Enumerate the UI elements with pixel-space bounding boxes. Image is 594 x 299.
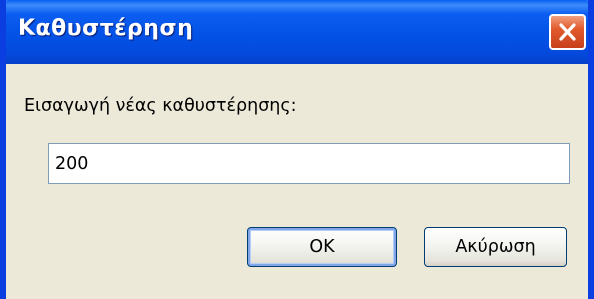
ok-button[interactable]: OK [247, 227, 397, 267]
delay-dialog: Καθυστέρηση Εισαγωγή νέας καθυστέρησης: … [0, 0, 594, 299]
dialog-title: Καθυστέρηση [18, 16, 194, 41]
close-icon [559, 23, 576, 41]
delay-prompt-label: Εισαγωγή νέας καθυστέρησης: [24, 96, 297, 116]
title-bar[interactable]: Καθυστέρηση [6, 0, 588, 64]
close-button[interactable] [549, 14, 586, 50]
cancel-button[interactable]: Ακύρωση [424, 227, 567, 267]
dialog-body: Εισαγωγή νέας καθυστέρησης: OK Ακύρωση [6, 64, 588, 299]
delay-input[interactable] [48, 143, 570, 184]
